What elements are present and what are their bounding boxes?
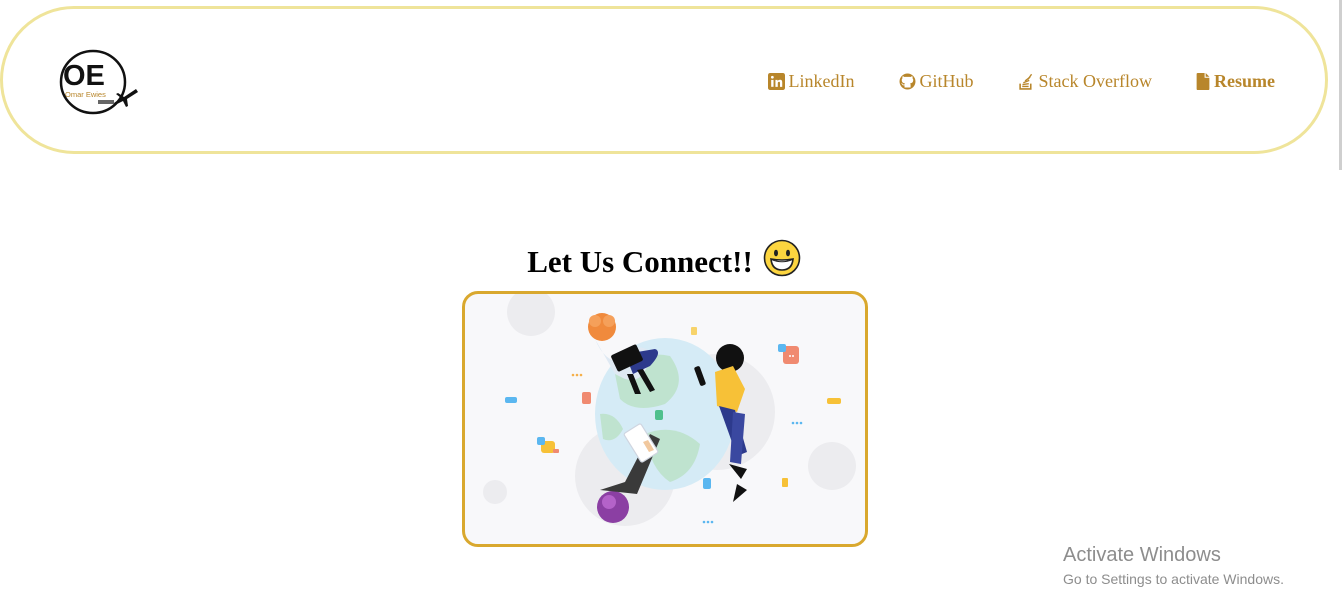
grinning-face-icon (763, 239, 801, 285)
nav-github[interactable]: GitHub (899, 71, 974, 92)
page-title: Let Us Connect!! (0, 239, 1328, 285)
activate-windows-watermark: Activate Windows Go to Settings to activ… (1063, 544, 1284, 587)
page-title-text: Let Us Connect!! (527, 243, 753, 279)
logo-icon: OE Omar Ewies (59, 49, 138, 115)
nav-github-label: GitHub (919, 71, 974, 91)
connect-illustration-card (462, 291, 868, 547)
github-icon (899, 73, 916, 90)
nav-linkedin-label: LinkedIn (788, 71, 855, 91)
logo-subtitle: Omar Ewies (65, 90, 106, 99)
logo-initials: OE (63, 60, 105, 92)
file-icon (1196, 73, 1210, 90)
linkedin-icon (767, 73, 785, 90)
watermark-title: Activate Windows (1063, 544, 1221, 566)
main-nav: LinkedIn GitHub Stack Overflow Resume (767, 71, 1275, 92)
logo-link[interactable]: OE Omar Ewies (58, 47, 140, 117)
people-connecting-illustration (483, 294, 856, 526)
nav-stackoverflow-label: Stack Overflow (1038, 71, 1152, 91)
nav-stackoverflow[interactable]: Stack Overflow (1018, 71, 1152, 92)
watermark-subtitle: Go to Settings to activate Windows. (1063, 571, 1284, 587)
nav-resume-label: Resume (1214, 71, 1275, 91)
site-header: OE Omar Ewies LinkedIn GitHub Stack Over… (0, 6, 1328, 154)
nav-resume[interactable]: Resume (1196, 71, 1275, 92)
nav-linkedin[interactable]: LinkedIn (767, 71, 855, 92)
stackoverflow-icon (1018, 73, 1035, 90)
